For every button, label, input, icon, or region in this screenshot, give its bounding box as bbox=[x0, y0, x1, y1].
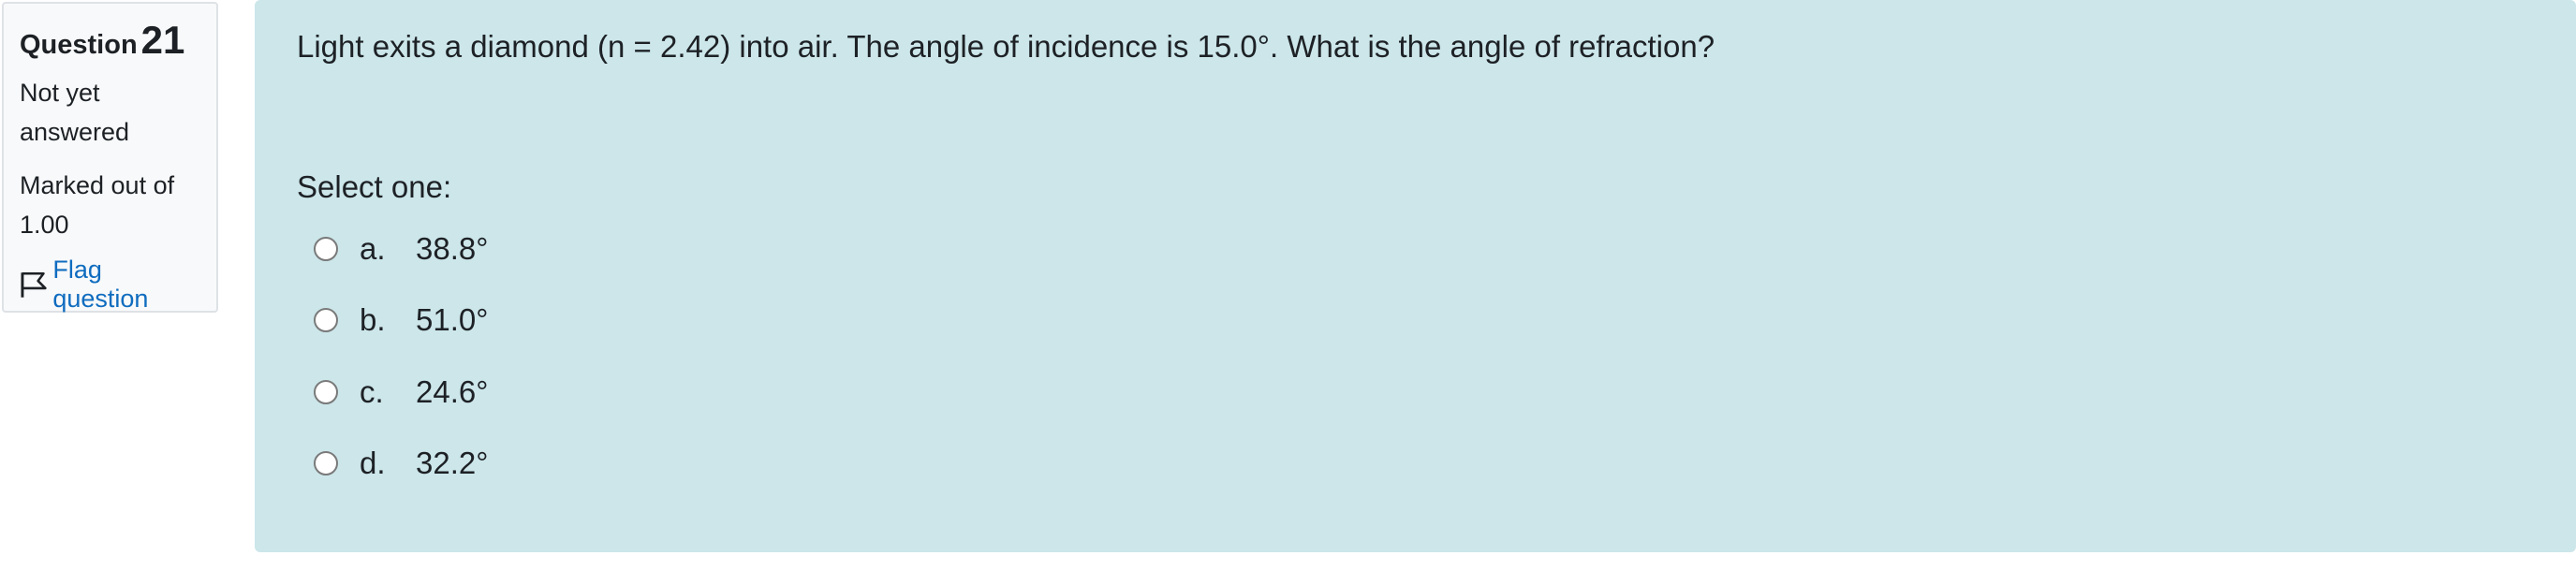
option-letter: d. bbox=[360, 446, 386, 480]
radio-button[interactable] bbox=[314, 237, 338, 261]
option-letter: a. bbox=[360, 231, 386, 266]
answer-option-d[interactable]: d. 32.2° bbox=[314, 441, 488, 486]
option-value: 51.0° bbox=[416, 302, 489, 337]
radio-button[interactable] bbox=[314, 451, 338, 475]
flag-question-label: Flag question bbox=[52, 256, 149, 314]
option-value: 32.2° bbox=[416, 446, 489, 480]
answer-option-b[interactable]: b. 51.0° bbox=[314, 298, 488, 343]
question-content: Light exits a diamond (n = 2.42) into ai… bbox=[255, 0, 2576, 552]
flag-icon bbox=[21, 272, 47, 299]
option-letter: b. bbox=[360, 302, 386, 337]
question-state: Not yet answered bbox=[20, 79, 130, 147]
option-letter: c. bbox=[360, 374, 384, 409]
answer-option-c[interactable]: c. 24.6° bbox=[314, 370, 488, 415]
option-value: 38.8° bbox=[416, 231, 489, 266]
question-info-panel: Question21 Not yet answered Marked out o… bbox=[2, 2, 218, 313]
question-text: Light exits a diamond (n = 2.42) into ai… bbox=[297, 29, 1715, 64]
question-label: Question bbox=[20, 30, 138, 60]
question-number: 21 bbox=[140, 18, 185, 62]
flag-question-link[interactable]: Flag question bbox=[20, 256, 201, 314]
answer-option-a[interactable]: a. 38.8° bbox=[314, 227, 488, 271]
quiz-page: Question21 Not yet answered Marked out o… bbox=[0, 0, 2576, 585]
answer-prompt: Select one: bbox=[297, 169, 452, 204]
radio-button[interactable] bbox=[314, 308, 338, 332]
radio-button[interactable] bbox=[314, 380, 338, 404]
question-grade: Marked out of 1.00 bbox=[20, 171, 175, 240]
option-value: 24.6° bbox=[416, 374, 489, 409]
question-number-heading: Question21 bbox=[20, 17, 201, 64]
